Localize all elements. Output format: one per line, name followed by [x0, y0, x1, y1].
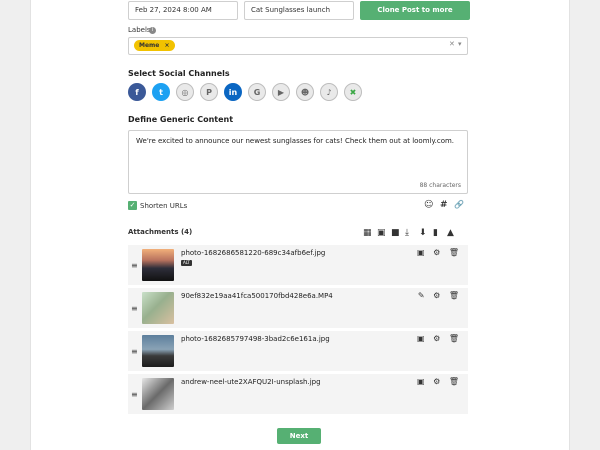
shorten-urls-checkbox[interactable]: ✓ [128, 201, 137, 210]
date-field[interactable]: Feb 27, 2024 8:00 AM [128, 1, 238, 20]
youtube-icon[interactable]: ▶ [272, 83, 290, 101]
attachment-actions[interactable]: ▣ ⚙ 🗑 [417, 334, 462, 343]
attachment-tool-icon[interactable]: ■ [391, 228, 400, 238]
generic-content-textarea[interactable]: We're excited to announce our newest sun… [128, 130, 468, 194]
attachment-actions[interactable]: ▣ ⚙ 🗑 [417, 377, 462, 386]
attachment-tool-icon[interactable]: ⤓ [405, 228, 409, 238]
post-title-field[interactable]: Cat Sunglasses launch [244, 1, 354, 20]
attachment-actions[interactable]: ✎ ⚙ 🗑 [418, 291, 462, 300]
labels-title: Labels [128, 26, 151, 34]
attachment-thumbnail[interactable] [142, 378, 174, 410]
chevron-down-icon[interactable]: ▾ [458, 40, 462, 48]
attachment-thumbnail[interactable] [142, 292, 174, 324]
attachment-row[interactable]: ≡ photo-1682685797498-3bad2c6e161a.jpg ▣ ⚙… [128, 331, 468, 371]
attachment-row[interactable]: ≡ photo-1682686581220-689c34afb6ef.jpg ALT… [128, 245, 468, 285]
label-chip-meme: Meme × [134, 40, 175, 51]
attachment-tool-icon[interactable]: ▦ [363, 228, 372, 238]
attachment-thumbnail[interactable] [142, 249, 174, 281]
google-icon[interactable]: G [248, 83, 266, 101]
attachments-title: Attachments (4) [128, 228, 193, 236]
instagram-icon[interactable]: ◎ [176, 83, 194, 101]
attachment-tool-icon[interactable]: ▮ [433, 228, 438, 238]
clear-icon[interactable]: ✕ [449, 40, 455, 48]
drag-handle-icon[interactable]: ≡ [131, 261, 138, 270]
attachment-actions[interactable]: ▣ ⚙ 🗑 [417, 248, 462, 257]
next-button[interactable]: Next [277, 428, 321, 444]
twitter-icon[interactable]: t [152, 83, 170, 101]
character-count: 88 characters [419, 182, 461, 189]
tiktok-icon[interactable]: ♪ [320, 83, 338, 101]
drag-handle-icon[interactable]: ≡ [131, 390, 138, 399]
chip-remove-icon[interactable]: × [164, 42, 169, 49]
hashtag-icon[interactable]: # [440, 200, 448, 210]
shorten-urls-label: Shorten URLs [140, 202, 188, 210]
linkedin-icon[interactable]: in [224, 83, 242, 101]
clone-post-button[interactable]: Clone Post to more Calendars [360, 1, 470, 33]
pinterest-icon[interactable]: P [200, 83, 218, 101]
content-title: Define Generic Content [128, 115, 234, 124]
attachment-filename: andrew-neel-ute2XAFQU2I-unsplash.jpg [181, 378, 321, 386]
drag-handle-icon[interactable]: ≡ [131, 347, 138, 356]
attachment-row[interactable]: ≡ andrew-neel-ute2XAFQU2I-unsplash.jpg ▣ ⚙… [128, 374, 468, 414]
info-icon[interactable]: i [149, 27, 156, 34]
attachment-tool-icon[interactable]: ⬇ [419, 228, 427, 238]
attachment-filename: 90ef832e19aa41fca500170fbd428e6a.MP4 [181, 292, 333, 300]
content-text: We're excited to announce our newest sun… [136, 137, 455, 145]
attachment-thumbnail[interactable] [142, 335, 174, 367]
attachment-row[interactable]: ≡ 90ef832e19aa41fca500170fbd428e6a.MP4 ✎ ⚙… [128, 288, 468, 328]
link-icon[interactable]: 🔗 [454, 200, 464, 210]
attachment-filename: photo-1682686581220-689c34afb6ef.jpg [181, 249, 326, 257]
attachment-filename: photo-1682685797498-3bad2c6e161a.jpg [181, 335, 330, 343]
emoji-icon[interactable]: ☺ [424, 200, 433, 210]
alt-text-badge[interactable]: ALT [181, 260, 192, 266]
channels-title: Select Social Channels [128, 69, 230, 78]
facebook-icon[interactable]: f [128, 83, 146, 101]
labels-select[interactable] [128, 37, 468, 55]
custom-channel-icon[interactable]: ✖ [344, 83, 362, 101]
attachment-tool-icon[interactable]: ▲ [447, 228, 454, 238]
attachment-tool-icon[interactable]: ▣ [377, 228, 386, 238]
snapchat-icon[interactable]: ☻ [296, 83, 314, 101]
drag-handle-icon[interactable]: ≡ [131, 304, 138, 313]
label-chip-text: Meme [139, 42, 160, 49]
